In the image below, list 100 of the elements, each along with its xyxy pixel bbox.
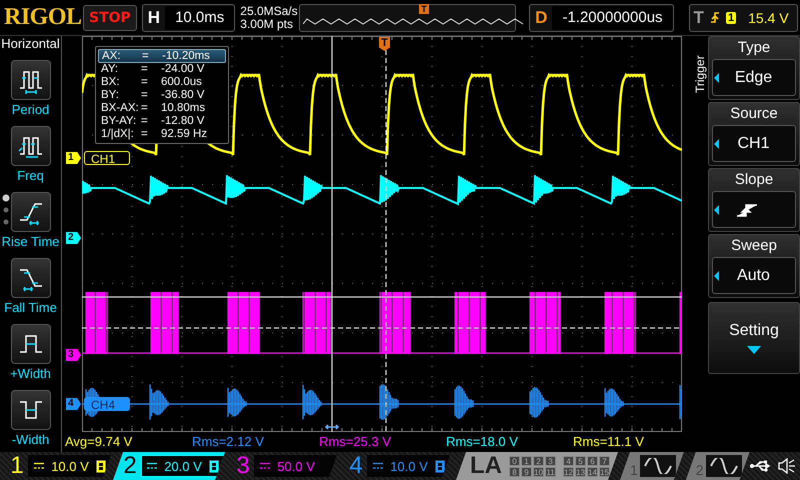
cursor-row[interactable]: BX: = 600.0us [98,76,226,89]
channel-bit: 9 [521,466,532,476]
channel-marker[interactable]: 2 [66,232,81,244]
cursor-name: AX: [102,50,122,62]
menu-button[interactable]: Source CH1 [708,102,800,166]
channel-bit: 10 [533,466,544,476]
dc-coupling-icon [147,462,157,470]
channel-bit: 1 [521,456,532,466]
cursor-value: 600.0us [161,76,203,89]
caret-icon [713,72,720,84]
channel-tab[interactable]: 4 10.0 V [339,452,451,480]
memory-depth: 3.00M pts [240,18,294,30]
cursor-row[interactable]: AY: = -24.00 V [98,63,226,76]
channel-label: CH1 [84,151,130,165]
delay-label: D [534,8,548,28]
cursor-row[interactable]: BY: = -36.80 V [98,89,226,102]
equals-sign: = [141,102,149,115]
negative-pulse-icon [10,390,50,430]
measurement-value: Rms=25.3 V [319,435,391,449]
run-stop-button[interactable]: STOP [83,4,137,30]
dc-coupling-icon [34,462,44,470]
dc-coupling-icon [373,462,383,470]
positive-pulse-icon [10,324,50,364]
cursor-value: 92.59 Hz [161,128,208,141]
menu-title: Trigger [693,54,707,93]
cursor-row[interactable]: AX: = -10.20ms [98,49,226,63]
menu-button[interactable]: Setting [708,302,800,374]
timebase-box[interactable]: H 10.0ms [142,4,236,32]
channel-bit: 5 [575,456,586,466]
channel-label: CH4 [84,397,130,411]
scale-text: 10.0 V [50,458,90,474]
measure-button[interactable]: Freq [0,118,62,184]
equals-sign: = [141,89,149,102]
trigger-position-marker: T [419,4,429,14]
period-icon [10,60,50,100]
cursor-handle-icon [324,424,340,430]
value-text: CH1 [736,134,770,152]
measure-button[interactable]: +Width [0,316,62,382]
timebase-label: H [146,8,162,28]
cursor-row[interactable]: BY-AY: = -12.80 V [98,115,226,128]
equals-sign: = [141,128,149,141]
menu-button[interactable]: Type Edge [708,36,800,100]
cursor-value: 10.80ms [161,102,206,115]
cursor-value: -24.00 V [161,63,206,76]
channel-marker[interactable]: 3 [66,349,81,361]
down-triangle-icon [747,346,761,354]
trigger-box[interactable]: T 1 15.4 V [688,4,798,32]
sine-wave-icon [640,455,676,477]
channel-bit: 15 [599,466,610,476]
channel-tab[interactable]: 2 20.0 V [113,452,225,480]
delay-value: -1.20000000us [552,6,673,30]
channel-tab[interactable]: 1 10.0 V [0,452,112,480]
dc-coupling-icon [260,462,270,470]
cursor-value: -12.80 V [161,115,206,128]
menu-button[interactable]: Sweep Auto [708,234,800,298]
trigger-marker: T [379,37,390,51]
measurement-value: Avg=9.74 V [65,435,132,449]
channel-bit: 2 [533,456,544,466]
trigger-source: 1 [726,12,736,24]
measure-button[interactable]: Fall Time [0,250,62,316]
measurement-value: Rms=11.1 V [573,435,644,449]
logic-analyzer-label: LA [470,452,502,480]
measurement-value: Rms=2.12 V [192,435,264,449]
channel-marker[interactable]: 4 [66,398,81,410]
scale-text: 50.0 V [276,458,316,474]
cursor-name: AY: [101,63,120,76]
scale-text: 10.0 V [389,458,429,474]
speaker-icon [778,458,796,474]
caret-icon [713,138,720,150]
menu-button[interactable]: Slope [708,168,800,232]
delay-box[interactable]: D -1.20000000us [529,4,674,32]
page-indicator-icon [2,194,10,226]
measure-button[interactable]: Rise Time [0,184,62,250]
equals-sign: = [141,63,149,76]
channel-marker[interactable]: 1 [66,152,81,164]
cursor-value: -36.80 V [161,89,206,102]
cursor-name: BY: [101,89,120,102]
value-text: Edge [734,68,774,86]
cursor-name: 1/|dX|: [101,128,135,141]
caret-icon [713,204,720,216]
cursor-name: BX: [101,76,121,89]
trigger-level: 15.4 V [747,10,789,26]
channel-bit: 14 [587,466,598,476]
frequency-icon [10,126,50,166]
scale-text: 20.0 V [163,458,203,474]
timebase-value: 10.0ms [165,6,234,30]
channel-bit: 7 [599,456,610,466]
cursor-row[interactable]: BX-AX: = 10.80ms [98,102,226,115]
trigger-label: T [692,8,704,28]
logic-analyzer-tab[interactable]: LA 0 1 2 3 8 9 10 11 4 5 6 7 12 13 14 15 [456,452,618,480]
cursor-row[interactable]: 1/|dX|: = 92.59 Hz [98,128,226,141]
channel-bit: 8 [509,466,520,476]
equals-sign: = [141,115,149,128]
channel-bit: 13 [575,466,586,476]
measure-button[interactable]: Period [0,52,62,118]
channel-tab[interactable]: 3 50.0 V [226,452,338,480]
value-text: Auto [736,266,771,284]
measure-button[interactable]: -Width [0,382,62,448]
menu-title: Horizontal [1,36,60,52]
channel-bit: 12 [563,466,574,476]
